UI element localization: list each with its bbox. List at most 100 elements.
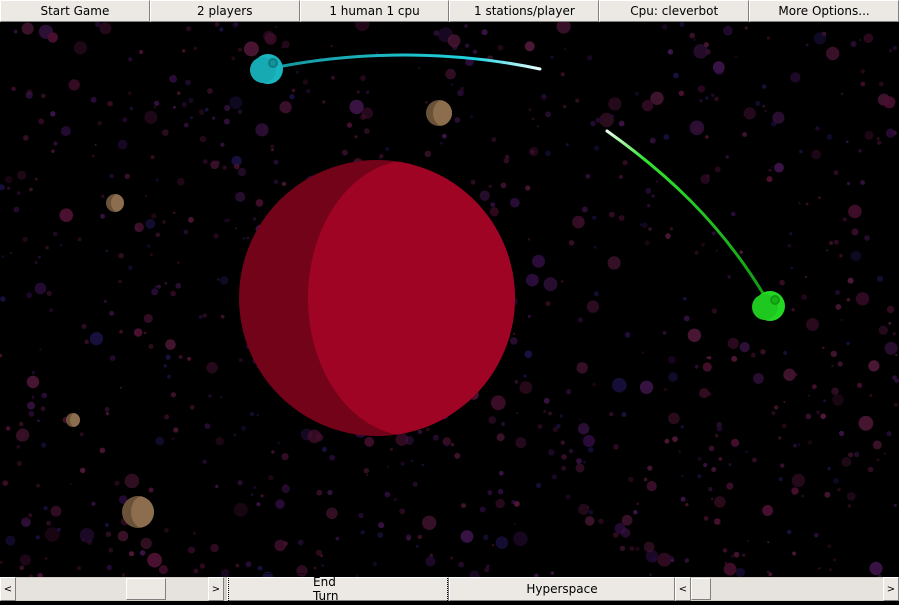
start-game-button[interactable]: Start Game: [0, 0, 150, 22]
star: [79, 528, 95, 543]
star: [608, 211, 615, 218]
star: [718, 457, 723, 461]
star: [215, 484, 219, 488]
star: [418, 67, 421, 70]
star: [260, 494, 264, 498]
star: [182, 49, 186, 53]
star: [183, 229, 189, 235]
star: [779, 279, 785, 286]
star: [495, 536, 509, 549]
star: [634, 91, 639, 96]
right-scrollbar-increase-button[interactable]: >: [883, 577, 899, 601]
star: [219, 27, 224, 32]
star: [229, 96, 243, 109]
star: [833, 239, 839, 245]
star: [541, 94, 547, 100]
star: [188, 97, 194, 104]
left-scrollbar-track[interactable]: [16, 578, 208, 600]
star: [43, 506, 48, 511]
star: [256, 413, 259, 417]
star: [129, 551, 135, 557]
star: [824, 491, 831, 498]
star: [872, 440, 882, 450]
star: [894, 503, 897, 507]
star: [354, 135, 358, 139]
star: [425, 427, 430, 432]
star: [503, 158, 510, 164]
star: [302, 79, 309, 85]
star: [447, 34, 461, 48]
star: [490, 202, 496, 208]
right-scrollbar-decrease-button[interactable]: <: [675, 577, 691, 601]
left-scrollbar-thumb[interactable]: [126, 578, 166, 600]
star: [237, 480, 243, 486]
more-options-button[interactable]: More Options...: [749, 0, 899, 22]
star: [0, 560, 3, 564]
star: [400, 461, 405, 466]
star: [143, 331, 147, 335]
star: [208, 394, 212, 398]
star: [219, 276, 229, 285]
star: [813, 532, 819, 538]
star: [100, 213, 105, 219]
star: [216, 278, 220, 281]
star: [703, 462, 708, 468]
star: [612, 377, 627, 393]
star: [548, 449, 555, 456]
star: [21, 22, 34, 35]
end-turn-button[interactable]: End Turn: [227, 573, 449, 605]
star: [109, 310, 114, 316]
right-scrollbar-track[interactable]: [691, 578, 883, 600]
star: [35, 535, 40, 540]
star: [771, 411, 776, 416]
star: [807, 440, 813, 445]
left-scrollbar-decrease-button[interactable]: <: [0, 577, 16, 601]
left-power-scrollbar[interactable]: < >: [0, 577, 227, 601]
star: [822, 346, 825, 349]
star: [662, 331, 667, 335]
star: [641, 222, 648, 229]
star: [722, 548, 728, 553]
star: [731, 438, 740, 447]
star: [154, 285, 158, 288]
hyperspace-button[interactable]: Hyperspace: [449, 577, 675, 601]
star: [811, 149, 821, 160]
star: [760, 349, 766, 355]
star: [404, 435, 414, 445]
left-scrollbar-increase-button[interactable]: >: [208, 577, 224, 601]
star: [23, 517, 29, 522]
star: [564, 48, 566, 51]
star: [378, 156, 382, 160]
star: [833, 170, 839, 176]
star: [187, 546, 195, 554]
star: [665, 233, 671, 239]
star: [198, 109, 205, 115]
game-space-canvas[interactable]: [0, 22, 899, 577]
star: [789, 232, 793, 236]
star: [669, 227, 673, 231]
star: [0, 296, 6, 302]
right-scrollbar-thumb[interactable]: [691, 578, 711, 600]
players-button[interactable]: 2 players: [149, 0, 300, 22]
star: [515, 437, 527, 449]
cpu-type-button[interactable]: Cpu: cleverbot: [599, 0, 750, 22]
star: [140, 537, 152, 550]
human-cpu-button[interactable]: 1 human 1 cpu: [299, 0, 450, 22]
star: [787, 243, 792, 248]
star: [170, 392, 176, 398]
stations-per-player-button[interactable]: 1 stations/player: [449, 0, 600, 22]
star: [892, 45, 898, 51]
star: [633, 509, 638, 515]
star: [151, 213, 157, 219]
chevron-right-icon: >: [211, 583, 221, 595]
bottom-bar: < > End Turn Hyperspace < >: [0, 573, 899, 605]
star: [7, 186, 11, 190]
right-angle-scrollbar[interactable]: < >: [675, 577, 899, 601]
star: [734, 55, 738, 59]
star: [451, 83, 454, 86]
star: [531, 117, 535, 121]
star: [583, 461, 586, 464]
star: [645, 187, 652, 194]
star: [705, 135, 709, 139]
star: [479, 190, 490, 201]
